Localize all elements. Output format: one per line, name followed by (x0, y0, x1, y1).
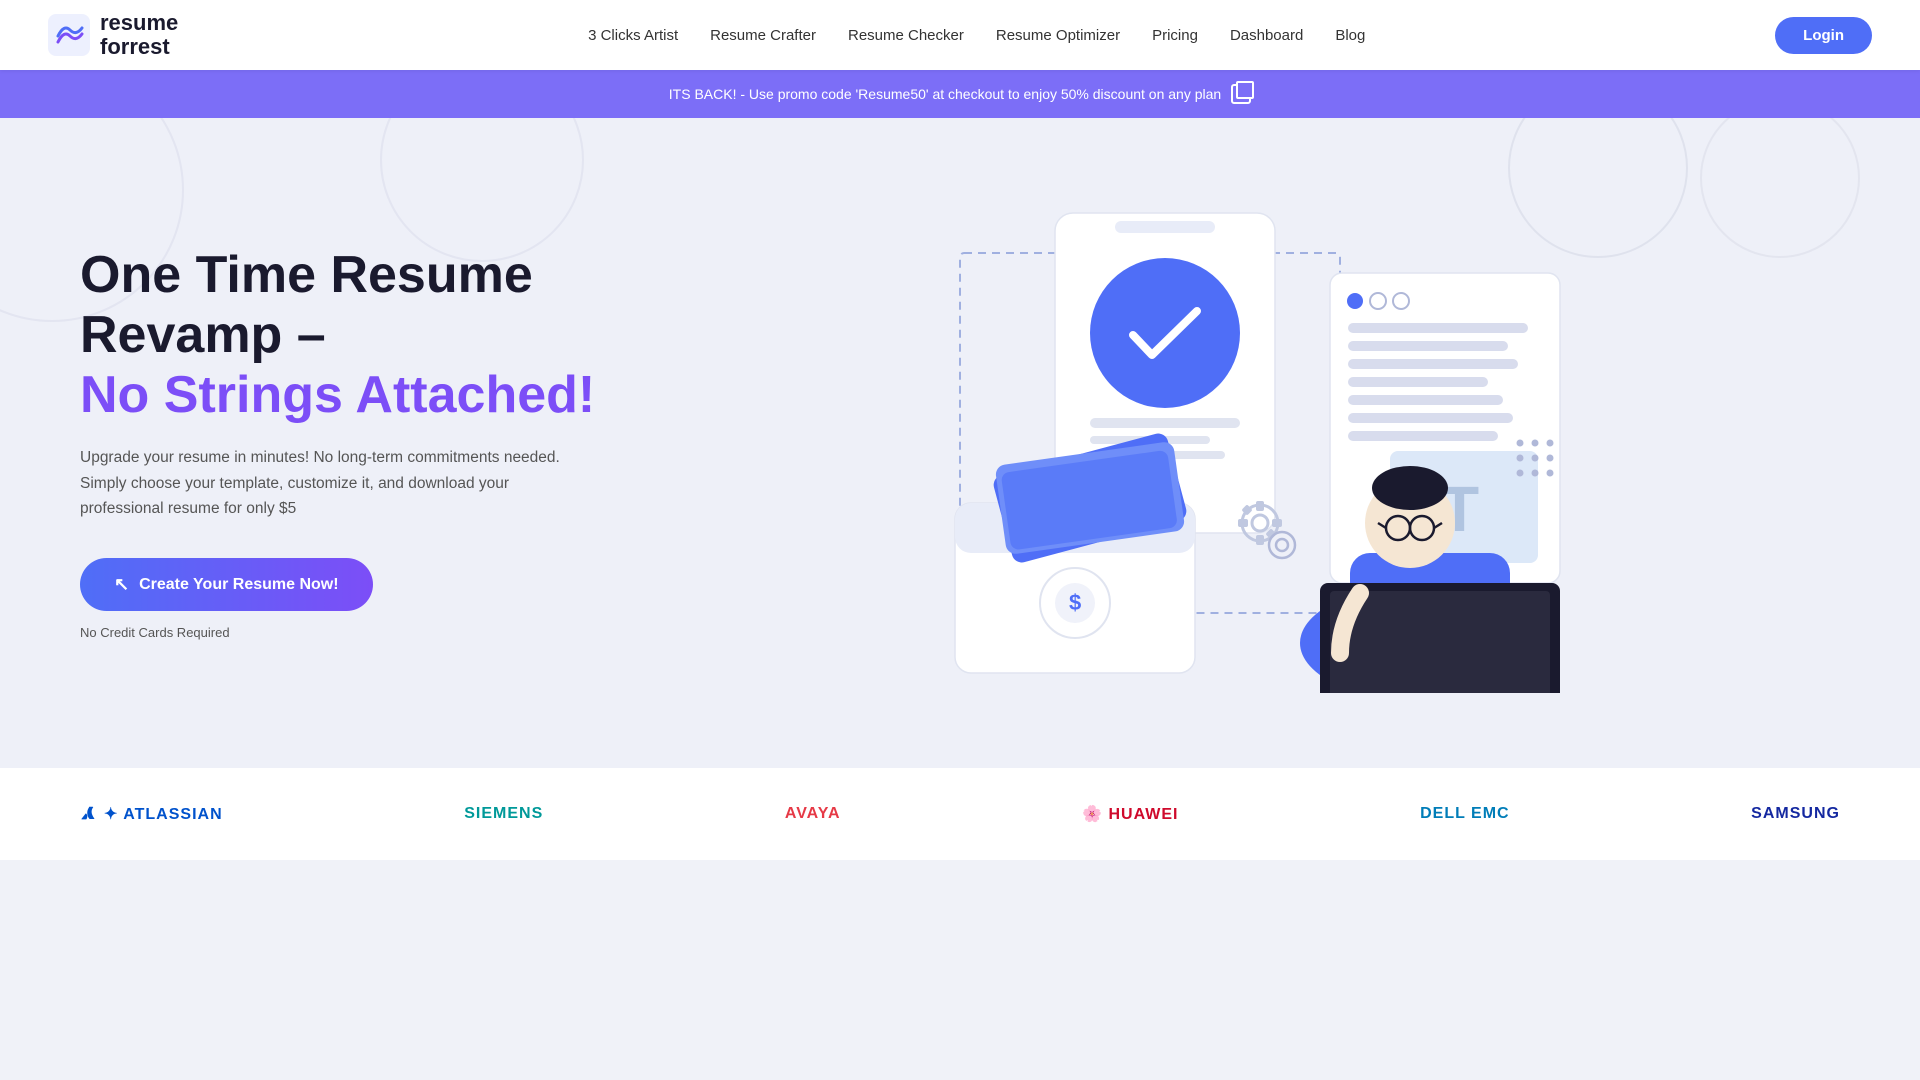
login-button[interactable]: Login (1775, 17, 1872, 54)
hero-illustration: $ (640, 183, 1840, 703)
nav-checker[interactable]: Resume Checker (848, 27, 964, 44)
brands-section: ✦ ATLASSIAN SIEMENS AVAYA 🌸 HUAWEI DELL … (0, 768, 1920, 860)
brand-huawei: 🌸 HUAWEI (1082, 804, 1178, 824)
nav-crafter[interactable]: Resume Crafter (710, 27, 816, 44)
nav-dashboard[interactable]: Dashboard (1230, 27, 1303, 44)
logo-icon (48, 14, 90, 56)
nav-optimizer[interactable]: Resume Optimizer (996, 27, 1120, 44)
hero-title: One Time Resume Revamp – No Strings Atta… (80, 246, 640, 425)
cta-label: Create Your Resume Now! (139, 576, 338, 594)
brand-dellemc: DELL EMC (1420, 805, 1509, 823)
nav-links: 3 Clicks Artist Resume Crafter Resume Ch… (588, 27, 1365, 44)
brand-atlassian: ✦ ATLASSIAN (80, 804, 223, 824)
hero-section: One Time Resume Revamp – No Strings Atta… (0, 118, 1920, 768)
gear-2 (1269, 532, 1295, 558)
no-credit-text: No Credit Cards Required (80, 625, 640, 640)
atlassian-icon (80, 805, 98, 823)
navbar: resume forrest 3 Clicks Artist Resume Cr… (0, 0, 1920, 70)
promo-banner: ITS BACK! - Use promo code 'Resume50' at… (0, 70, 1920, 118)
cursor-icon: ↖ (114, 574, 129, 595)
hero-subtitle: Upgrade your resume in minutes! No long-… (80, 445, 580, 522)
nav-blog[interactable]: Blog (1335, 27, 1365, 44)
hero-content: One Time Resume Revamp – No Strings Atta… (80, 246, 640, 640)
hero-svg: $ (900, 193, 1580, 693)
hero-title-accent: No Strings Attached! (80, 366, 595, 424)
brand-avaya: AVAYA (785, 805, 841, 823)
logo-text: resume forrest (100, 11, 178, 59)
nav-3clicks[interactable]: 3 Clicks Artist (588, 27, 678, 44)
promo-text: ITS BACK! - Use promo code 'Resume50' at… (669, 86, 1221, 102)
brand-siemens: SIEMENS (464, 805, 543, 823)
nav-pricing[interactable]: Pricing (1152, 27, 1198, 44)
svg-text:$: $ (1069, 590, 1081, 615)
brand-samsung: SAMSUNG (1751, 805, 1840, 823)
logo[interactable]: resume forrest (48, 11, 178, 59)
cta-button[interactable]: ↖ Create Your Resume Now! (80, 558, 373, 611)
copy-icon[interactable] (1231, 84, 1251, 104)
